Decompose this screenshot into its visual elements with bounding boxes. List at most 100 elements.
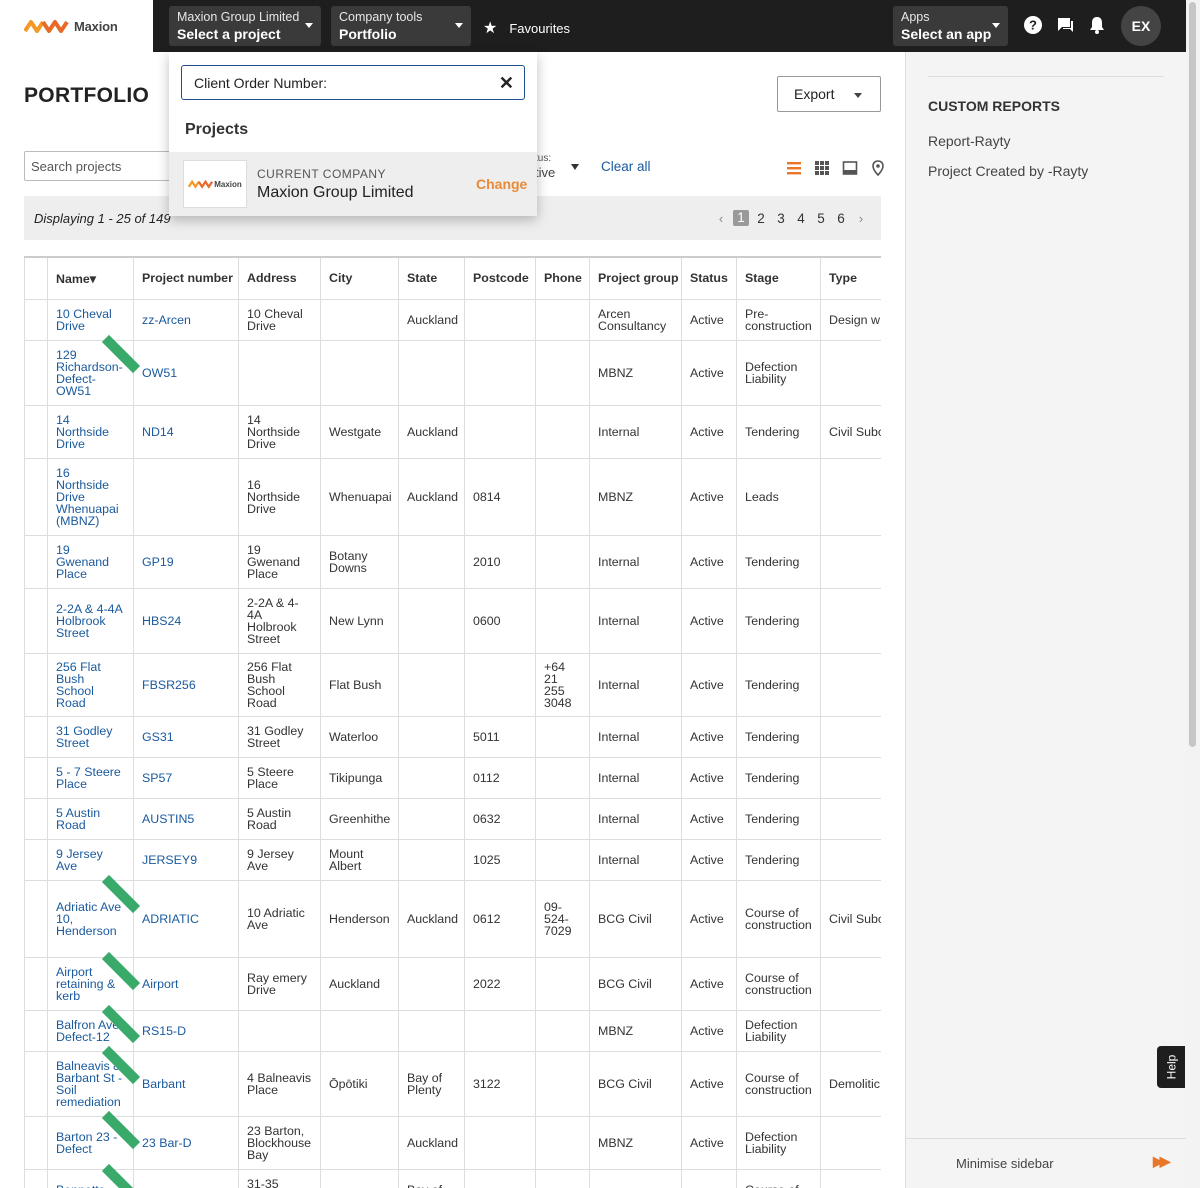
table-row[interactable]: 2-2A & 4-4A Holbrook Street HBS24 2-2A & 4… bbox=[24, 587, 881, 654]
project-name-link[interactable]: Balneavis & Barbant St - Soil remediatio… bbox=[47, 1045, 141, 1117]
search-input[interactable]: Search projects bbox=[24, 151, 174, 181]
row-select-cell[interactable] bbox=[24, 956, 48, 1011]
column-header[interactable]: Postcode bbox=[464, 256, 536, 300]
page-button[interactable]: 6 bbox=[833, 211, 849, 226]
status-filter-value[interactable]: tive bbox=[535, 165, 555, 180]
project-name-link[interactable]: 14 Northside Drive bbox=[47, 404, 134, 459]
table-row[interactable]: 10 Cheval Drive zz-Arcen 10 Cheval Drive Au… bbox=[24, 298, 881, 341]
project-number-link[interactable]: FBSR256 bbox=[133, 652, 239, 717]
table-row[interactable]: 5 - 7 Steere Place SP57 5 Steere Place Tiki… bbox=[24, 756, 881, 799]
chevron-down-icon[interactable] bbox=[571, 164, 579, 170]
project-number-link[interactable]: HBS24 bbox=[133, 587, 239, 654]
page-button[interactable]: 4 bbox=[793, 211, 809, 226]
page-button[interactable]: 2 bbox=[753, 211, 769, 226]
table-row[interactable]: 14 Northside Drive ND14 14 Northside Drive… bbox=[24, 404, 881, 459]
project-name-link[interactable]: 16 Northside Drive Whenuapai (MBNZ) bbox=[47, 457, 134, 536]
project-name-link[interactable]: 129 Richardson-Defect-OW51 bbox=[47, 334, 141, 406]
help-tab[interactable]: Help bbox=[1157, 1046, 1185, 1088]
sidebar-item-report[interactable]: Report-Rayty bbox=[928, 133, 1010, 149]
project-name-link[interactable]: 256 Flat Bush School Road bbox=[47, 652, 134, 717]
table-row[interactable]: 16 Northside Drive Whenuapai (MBNZ) 16 No… bbox=[24, 457, 881, 536]
row-select-cell[interactable] bbox=[24, 457, 48, 536]
row-select-cell[interactable] bbox=[24, 838, 48, 881]
column-header[interactable]: Phone bbox=[535, 256, 590, 300]
table-row[interactable]: 256 Flat Bush School Road FBSR256 256 Flat… bbox=[24, 652, 881, 717]
project-number-link[interactable]: ND14 bbox=[133, 404, 239, 459]
scrollbar-thumb[interactable] bbox=[1189, 2, 1196, 747]
table-row[interactable]: 129 Richardson-Defect-OW51 OW51 MBNZ Active… bbox=[24, 334, 881, 406]
project-number-link[interactable]: zz-Arcen bbox=[133, 298, 239, 341]
row-select-cell[interactable] bbox=[24, 879, 48, 958]
project-number-link[interactable]: Airport bbox=[133, 956, 239, 1011]
bell-icon[interactable] bbox=[1086, 14, 1108, 36]
close-icon[interactable]: ✕ bbox=[499, 73, 514, 94]
row-select-cell[interactable] bbox=[24, 339, 48, 406]
column-header[interactable]: Type bbox=[820, 256, 881, 300]
project-number-link[interactable]: Barbant bbox=[133, 1050, 239, 1117]
project-number-link[interactable]: GP19 bbox=[133, 534, 239, 589]
avatar[interactable]: EX bbox=[1121, 6, 1161, 46]
project-number-link[interactable]: RS15-D bbox=[133, 1009, 239, 1052]
project-name-link[interactable]: 2-2A & 4-4A Holbrook Street bbox=[47, 587, 134, 654]
row-select-cell[interactable] bbox=[24, 298, 48, 341]
maxion-logo[interactable]: Maxion bbox=[0, 0, 153, 52]
project-number-link[interactable]: 23 Bar-D bbox=[133, 1115, 239, 1170]
minimise-sidebar-bar[interactable]: Minimise sidebar ▶▶ bbox=[906, 1138, 1187, 1188]
project-name-link[interactable]: 31 Godley Street bbox=[47, 715, 134, 758]
company-project-select[interactable]: Maxion Group Limited Select a project bbox=[169, 6, 321, 46]
clear-all-link[interactable]: Clear all bbox=[601, 159, 651, 174]
project-number-link[interactable]: BENET bbox=[133, 1168, 239, 1188]
column-header[interactable]: Project number bbox=[133, 256, 239, 300]
table-row[interactable]: Airport retaining & kerb Airport Ray emery… bbox=[24, 951, 881, 1011]
change-company-button[interactable]: Change bbox=[476, 176, 527, 192]
project-name-link[interactable]: 10 Cheval Drive bbox=[47, 298, 134, 341]
project-number-link[interactable] bbox=[133, 457, 239, 536]
table-row[interactable]: Barton 23 - Defect 23 Bar-D 23 Barton, Blo… bbox=[24, 1110, 881, 1170]
project-number-link[interactable]: GS31 bbox=[133, 715, 239, 758]
favourites-button[interactable]: ★ Favourites bbox=[483, 18, 570, 38]
row-select-cell[interactable] bbox=[24, 1115, 48, 1170]
export-button[interactable]: Export bbox=[777, 76, 881, 112]
project-number-link[interactable]: JERSEY9 bbox=[133, 838, 239, 881]
column-header[interactable]: Name▾ bbox=[47, 256, 134, 300]
row-select-cell[interactable] bbox=[24, 404, 48, 459]
card-view-icon[interactable] bbox=[842, 160, 858, 176]
row-select-cell[interactable] bbox=[24, 1168, 48, 1188]
project-number-link[interactable]: AUSTIN5 bbox=[133, 797, 239, 840]
row-select-cell[interactable] bbox=[24, 1009, 48, 1052]
double-chevron-right-icon[interactable]: ▶▶ bbox=[1153, 1153, 1170, 1170]
row-select-cell[interactable] bbox=[24, 534, 48, 589]
table-row[interactable]: Balfron Ave Defect-12 RS15-D MBNZ Active Def… bbox=[24, 1004, 881, 1052]
row-select-cell[interactable] bbox=[24, 1050, 48, 1117]
column-header[interactable]: Stage bbox=[736, 256, 821, 300]
sidebar-item-report[interactable]: Project Created by -Rayty bbox=[928, 163, 1088, 179]
project-number-link[interactable]: OW51 bbox=[133, 339, 239, 406]
project-number-link[interactable]: SP57 bbox=[133, 756, 239, 799]
row-select-cell[interactable] bbox=[24, 652, 48, 717]
table-row[interactable]: 9 Jersey Ave JERSEY9 9 Jersey Ave Mount Alb… bbox=[24, 838, 881, 881]
company-tools-select[interactable]: Company tools Portfolio bbox=[331, 6, 471, 46]
project-name-link[interactable]: Balfron Ave Defect-12 bbox=[47, 1004, 141, 1052]
table-row[interactable]: 31 Godley Street GS31 31 Godley Street Wate… bbox=[24, 715, 881, 758]
project-name-link[interactable]: 19 Gwenand Place bbox=[47, 534, 134, 589]
page-button[interactable]: 5 bbox=[813, 211, 829, 226]
project-name-link[interactable]: Adriatic Ave 10, Henderson bbox=[47, 874, 141, 958]
row-select-cell[interactable] bbox=[24, 797, 48, 840]
map-pin-icon[interactable] bbox=[870, 160, 886, 177]
project-name-link[interactable]: Bennetts Road 31-35 bbox=[47, 1163, 141, 1188]
row-select-cell[interactable] bbox=[24, 715, 48, 758]
table-row[interactable]: 5 Austin Road AUSTIN5 5 Austin Road Greenhi… bbox=[24, 797, 881, 840]
list-view-icon[interactable] bbox=[786, 160, 802, 176]
project-name-link[interactable]: Airport retaining & kerb bbox=[47, 951, 141, 1011]
grid-view-icon[interactable] bbox=[814, 160, 830, 176]
chat-icon[interactable] bbox=[1054, 14, 1076, 36]
apps-select[interactable]: Apps Select an app bbox=[893, 6, 1008, 46]
column-header[interactable]: Address bbox=[238, 256, 321, 300]
help-icon[interactable]: ? bbox=[1022, 14, 1044, 36]
page-button[interactable]: 1 bbox=[733, 210, 749, 226]
project-name-link[interactable]: 5 Austin Road bbox=[47, 797, 134, 840]
chevron-right-icon[interactable]: › bbox=[853, 211, 869, 226]
column-header[interactable]: State bbox=[398, 256, 465, 300]
table-row[interactable]: Bennetts Road 31-35 BENET 31-35 Bennetts R… bbox=[24, 1163, 881, 1188]
table-row[interactable]: Adriatic Ave 10, Henderson ADRIATIC 10 Adr… bbox=[24, 874, 881, 958]
